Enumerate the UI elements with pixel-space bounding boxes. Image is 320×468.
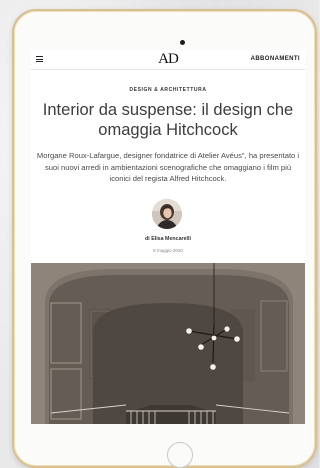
- browser-screen: AD ABBONAMENTI DESIGN & ARCHITETTURA Int…: [31, 50, 305, 424]
- subscribe-link[interactable]: ABBONAMENTI: [251, 56, 300, 62]
- article-dek: Morgane Roux-Lafargue, designer fondatri…: [36, 151, 300, 183]
- author-avatar[interactable]: [152, 199, 182, 229]
- home-button[interactable]: [167, 442, 193, 468]
- hero-image: [31, 263, 305, 424]
- article-title: Interior da suspense: il design che omag…: [42, 101, 294, 139]
- camera-dot: [180, 40, 185, 45]
- hamburger-menu-icon[interactable]: [36, 56, 43, 62]
- article-category[interactable]: DESIGN & ARCHITETTURA: [31, 87, 305, 93]
- article-author[interactable]: di Elisa Mencarelli: [31, 236, 305, 242]
- ad-logo[interactable]: AD: [151, 51, 185, 68]
- article-date: 8 maggio 2020: [153, 248, 183, 253]
- site-header: AD ABBONAMENTI: [31, 50, 305, 70]
